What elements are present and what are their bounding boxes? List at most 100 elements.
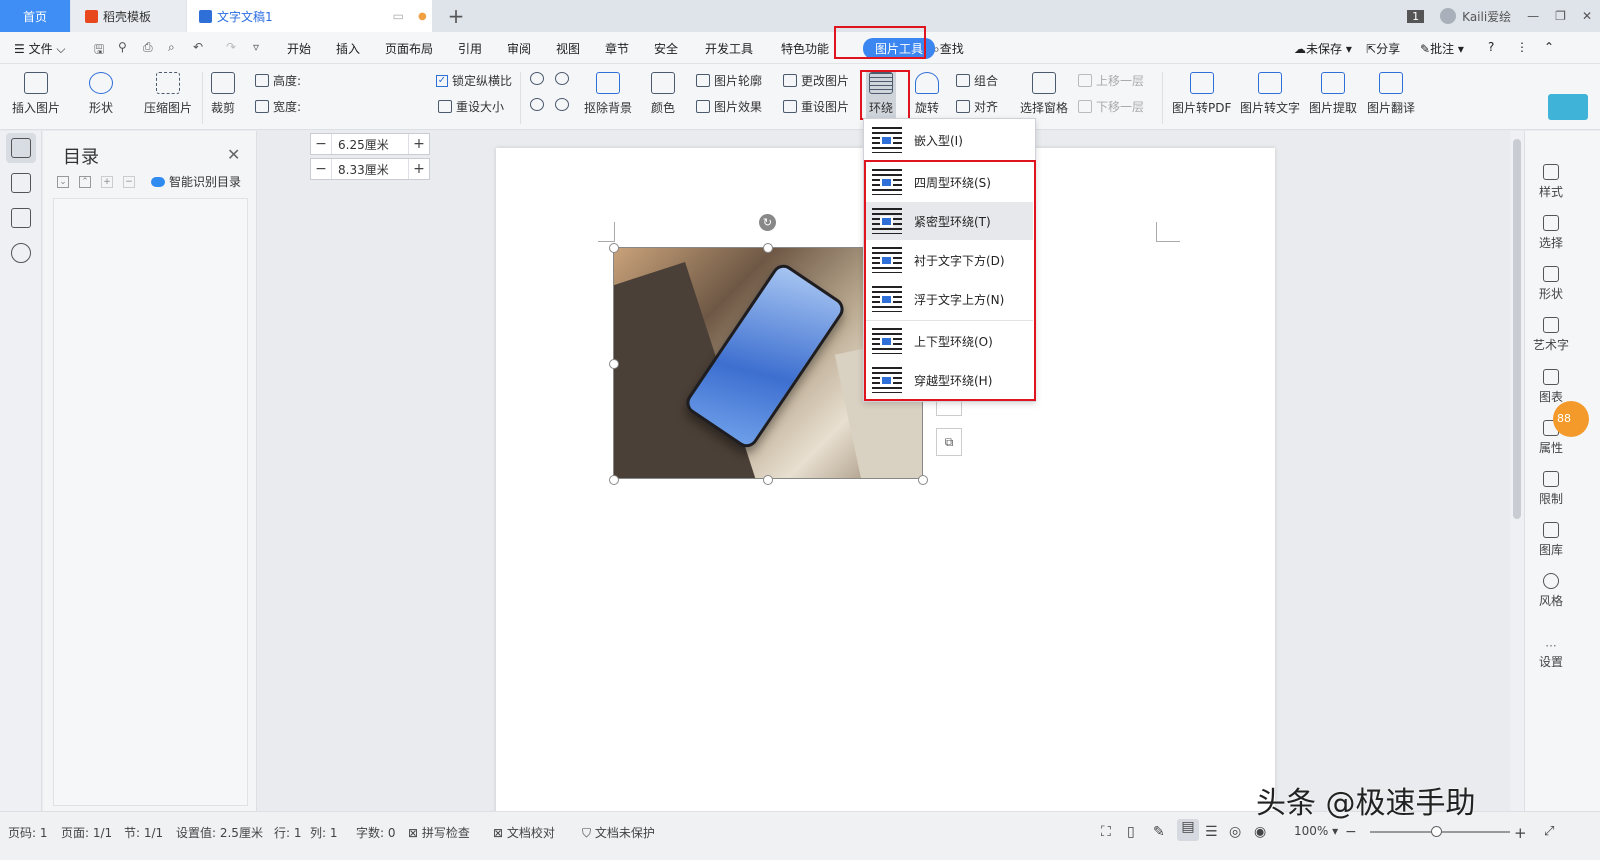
close-icon[interactable]: ✕ xyxy=(1582,9,1592,23)
expand-icon[interactable]: ⌄ xyxy=(57,175,69,188)
picture-outline-button[interactable]: 图片轮廓 xyxy=(696,72,762,89)
reduce-contrast-icon[interactable] xyxy=(555,72,573,85)
picture-to-text-button[interactable]: 图片转文字 xyxy=(1240,72,1300,116)
collapse-icon[interactable]: ⌃ xyxy=(79,175,91,188)
redo-icon[interactable]: ↷ xyxy=(226,40,236,54)
menu-special[interactable]: 特色功能 xyxy=(781,40,829,57)
resize-handle[interactable] xyxy=(609,243,619,253)
height-decrease-button[interactable]: − xyxy=(311,136,331,152)
user-account[interactable]: Kaili爱绘 xyxy=(1440,8,1511,25)
resize-handle[interactable] xyxy=(609,359,619,369)
height-stepper[interactable]: −6.25厘米 + xyxy=(310,133,430,155)
web-view-icon[interactable]: ◎ xyxy=(1229,824,1241,840)
color-button[interactable]: 颜色 xyxy=(651,72,675,116)
remove-level-icon[interactable]: − xyxy=(123,175,135,188)
vertical-scrollbar[interactable] xyxy=(1510,131,1524,811)
crop-button[interactable]: 裁剪 xyxy=(211,72,235,116)
undo-icon[interactable]: ↶ xyxy=(193,40,203,54)
outline-view-icon[interactable]: ☰ xyxy=(1205,824,1218,840)
menu-view[interactable]: 视图 xyxy=(556,40,580,57)
sidebar-select[interactable]: 选择 xyxy=(1529,215,1573,251)
unsaved-button[interactable]: ☁未保存 ▾ xyxy=(1294,40,1352,57)
zoom-slider-handle[interactable] xyxy=(1431,826,1442,837)
bring-forward-button[interactable]: 上移一层 xyxy=(1078,72,1144,89)
protect-status-button[interactable]: ⛉ 文档未保护 xyxy=(582,824,655,841)
sidebar-chart[interactable]: 图表 xyxy=(1529,369,1573,405)
picture-translate-button[interactable]: 图片翻译 xyxy=(1367,72,1415,116)
toc-list[interactable] xyxy=(53,198,248,806)
more-chevron-icon[interactable]: ▿ xyxy=(253,40,259,54)
resize-handle[interactable] xyxy=(609,475,619,485)
close-icon[interactable]: ✕ xyxy=(227,145,240,164)
floating-badge[interactable]: 88 xyxy=(1553,401,1589,437)
selection-pane-button[interactable]: 选择窗格 xyxy=(1020,72,1068,116)
picture-extract-button[interactable]: 图片提取 xyxy=(1309,72,1357,116)
add-level-icon[interactable]: + xyxy=(101,175,113,188)
page-badge[interactable]: 1 xyxy=(1407,9,1425,23)
add-contrast-icon[interactable] xyxy=(530,72,548,85)
pages-icon[interactable] xyxy=(11,173,31,193)
reduce-brightness-icon[interactable] xyxy=(555,98,573,111)
bookmark-icon[interactable] xyxy=(11,208,31,228)
menu-start[interactable]: 开始 xyxy=(287,40,311,57)
resize-handle[interactable] xyxy=(763,475,773,485)
sidebar-shape[interactable]: 形状 xyxy=(1529,266,1573,302)
menu-reference[interactable]: 引用 xyxy=(458,40,482,57)
more-icon[interactable]: ⋮ xyxy=(1516,40,1528,54)
rotate-handle-icon[interactable]: ↻ xyxy=(759,214,776,231)
shape-button[interactable]: 形状 xyxy=(89,72,113,116)
align-button[interactable]: 对齐 xyxy=(956,98,998,115)
tab-document[interactable]: 文字文稿1 ▭ ● xyxy=(187,0,432,32)
monitor-icon[interactable]: ▭ xyxy=(393,9,404,23)
sidebar-wordart[interactable]: 艺术字 xyxy=(1529,317,1573,353)
resize-handle[interactable] xyxy=(918,475,928,485)
zoom-level[interactable]: 100% ▾ xyxy=(1294,824,1338,838)
sidebar-styles[interactable]: 样式 xyxy=(1529,164,1573,200)
height-increase-button[interactable]: + xyxy=(409,136,429,152)
reading-mode-icon[interactable]: ▯ xyxy=(1127,824,1135,840)
fullscreen-icon[interactable]: ⛶ xyxy=(1101,824,1111,840)
file-menu[interactable]: ☰ 文件 ⌵ xyxy=(14,40,66,57)
spell-check-button[interactable]: ⊠ 拼写检查 xyxy=(408,824,470,841)
new-tab-button[interactable]: + xyxy=(444,0,468,32)
send-backward-button[interactable]: 下移一层 xyxy=(1078,98,1144,115)
eye-protect-icon[interactable]: ◉ xyxy=(1254,824,1266,840)
sidebar-style-theme[interactable]: 风格 xyxy=(1529,573,1573,609)
scrollbar-thumb[interactable] xyxy=(1513,139,1521,519)
proofread-button[interactable]: ⊠ 文档校对 xyxy=(493,824,555,841)
fit-page-icon[interactable]: ⤢ xyxy=(1544,824,1554,839)
sidebar-gallery[interactable]: 图库 xyxy=(1529,522,1573,558)
change-picture-button[interactable]: 更改图片 xyxy=(783,72,849,89)
comment-button[interactable]: ✎批注 ▾ xyxy=(1420,40,1464,57)
side-promo-icon[interactable] xyxy=(1548,94,1588,120)
insert-picture-button[interactable]: 插入图片 xyxy=(12,72,60,116)
width-increase-button[interactable]: + xyxy=(409,161,429,177)
menu-developer[interactable]: 开发工具 xyxy=(705,40,753,57)
sidebar-settings[interactable]: ··· 设置 xyxy=(1529,639,1573,670)
share-button[interactable]: ⇱分享 xyxy=(1366,40,1400,57)
picture-effect-button[interactable]: 图片效果 xyxy=(696,98,762,115)
print-preview-icon[interactable]: ⌕ xyxy=(168,40,175,55)
print-icon[interactable]: ⎙ xyxy=(143,40,153,55)
lock-ratio-checkbox[interactable]: ✓ 锁定纵横比 xyxy=(436,72,512,89)
reset-picture-button[interactable]: 重设图片 xyxy=(783,98,849,115)
picture-to-pdf-button[interactable]: 图片转PDF xyxy=(1172,72,1231,116)
smart-toc-button[interactable]: 智能识别目录 xyxy=(151,173,241,190)
menu-insert[interactable]: 插入 xyxy=(336,40,360,57)
edit-mode-icon[interactable]: ✎ xyxy=(1153,824,1165,840)
page-view-icon[interactable]: ▤ xyxy=(1177,819,1199,841)
find-icon[interactable] xyxy=(11,243,31,263)
group-button[interactable]: 组合 xyxy=(956,72,998,89)
menu-review[interactable]: 审阅 xyxy=(507,40,531,57)
add-brightness-icon[interactable] xyxy=(530,98,548,111)
height-field[interactable]: 6.25厘米 xyxy=(331,134,409,154)
toc-list-icon[interactable] xyxy=(11,138,31,158)
width-field[interactable]: 8.33厘米 xyxy=(331,159,409,179)
compress-picture-button[interactable]: 压缩图片 xyxy=(144,72,192,116)
restore-icon[interactable]: ❐ xyxy=(1555,9,1566,23)
zoom-in-button[interactable]: + xyxy=(1514,824,1527,842)
picture-tools-float-icon[interactable]: ⧉ xyxy=(936,428,962,456)
format-painter-icon[interactable]: ⚲ xyxy=(118,40,127,54)
reset-size-button[interactable]: 重设大小 xyxy=(438,98,504,115)
minimize-icon[interactable]: — xyxy=(1527,9,1539,23)
